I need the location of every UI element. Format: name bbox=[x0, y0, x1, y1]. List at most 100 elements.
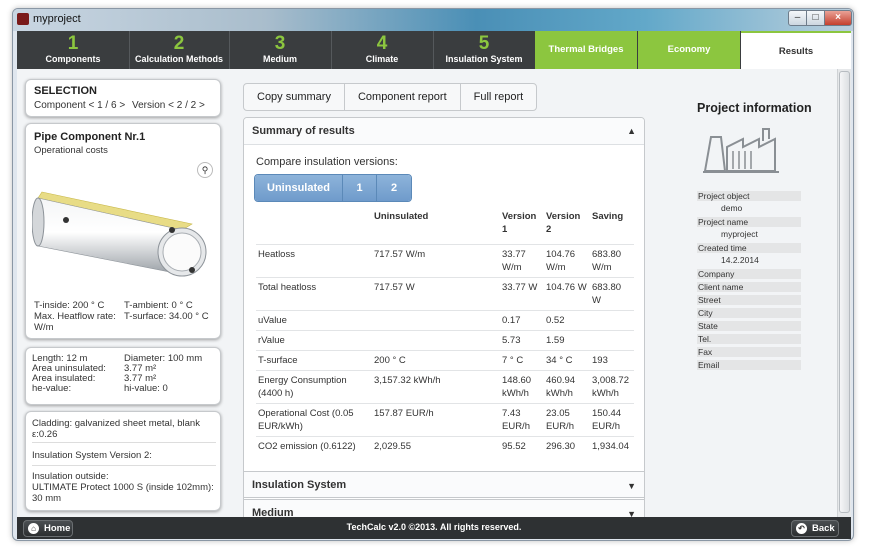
tab-economy[interactable]: Economy bbox=[638, 31, 740, 69]
tab-results[interactable]: Results bbox=[741, 31, 851, 69]
table-cell: 683.80 W bbox=[590, 276, 634, 310]
summary-header[interactable]: Summary of results ▲ bbox=[244, 118, 644, 145]
table-cell: 717.57 W/m bbox=[372, 243, 500, 277]
version-segments: Uninsulated 1 2 bbox=[254, 174, 412, 202]
accordion-insulation-system[interactable]: Insulation System ▼ bbox=[243, 471, 645, 498]
project-field-label: State bbox=[697, 321, 801, 331]
table-cell: 1.59 bbox=[544, 329, 590, 350]
table-cell: 2,029.55 bbox=[372, 435, 500, 456]
table-cell: 193 bbox=[590, 349, 634, 370]
table-cell: 33.77 W bbox=[500, 276, 544, 310]
table-cell: 7.43 EUR/h bbox=[500, 402, 544, 436]
segment-version-1[interactable]: 1 bbox=[343, 175, 377, 201]
pipe-title: Pipe Component Nr.1 bbox=[34, 131, 146, 143]
cladding-card: Cladding: galvanized sheet metal, blank … bbox=[25, 411, 221, 511]
close-button[interactable]: × bbox=[824, 10, 852, 26]
chevron-down-icon: ▼ bbox=[627, 481, 636, 491]
table-cell: 200 ° C bbox=[372, 349, 500, 370]
project-field-label: Project name bbox=[697, 217, 801, 227]
table-cell: 1,934.04 bbox=[590, 435, 634, 456]
compare-label: Compare insulation versions: bbox=[256, 156, 398, 168]
step-number: 3 bbox=[274, 33, 286, 54]
step-calculation-methods[interactable]: 2 Calculation Methods bbox=[129, 31, 229, 69]
pipe-prop-left-2: Max. Heatflow rate: W/m bbox=[34, 311, 116, 333]
app-icon bbox=[17, 13, 29, 25]
step-components[interactable]: 1 Components bbox=[17, 31, 129, 69]
project-field-label: City bbox=[697, 308, 801, 318]
report-button-group: Copy summary Component report Full repor… bbox=[243, 83, 538, 111]
table-cell: 5.73 bbox=[500, 329, 544, 350]
table-cell bbox=[372, 329, 500, 350]
project-fields: Project object demo Project name myproject C… bbox=[697, 191, 801, 370]
copy-summary-button[interactable]: Copy summary bbox=[244, 84, 345, 110]
row-label: uValue bbox=[256, 309, 372, 330]
pipe-prop-right-2: T-surface: 34.00 ° C bbox=[124, 311, 209, 322]
col-header: Saving bbox=[592, 211, 624, 222]
minimize-button[interactable]: – bbox=[788, 10, 807, 26]
step-medium[interactable]: 3 Medium bbox=[229, 31, 331, 69]
segment-uninsulated[interactable]: Uninsulated bbox=[255, 175, 343, 201]
version-selector[interactable]: Version < 2 / 2 > bbox=[132, 100, 205, 111]
table-cell: 23.05 EUR/h bbox=[544, 402, 590, 436]
step-number: 2 bbox=[173, 33, 185, 54]
dim-left-4: he-value: bbox=[32, 383, 72, 394]
project-field-label: Email bbox=[697, 360, 801, 370]
project-info: Project information Project object demo Pr… bbox=[697, 101, 812, 370]
dimensions-card: Length: 12 m Area uninsulated: Area insu… bbox=[25, 347, 221, 405]
step-number: 4 bbox=[376, 33, 388, 54]
selection-title: SELECTION bbox=[34, 85, 97, 97]
insulation-version: Insulation System Version 2: bbox=[32, 450, 152, 461]
segment-version-2[interactable]: 2 bbox=[377, 175, 411, 201]
pipe-illustration bbox=[32, 191, 207, 277]
table-header-row: Uninsulated Version 1 Version 2 Saving bbox=[256, 210, 634, 244]
back-button[interactable]: ↶ Back bbox=[791, 520, 839, 537]
table-cell: 460.94 kWh/h bbox=[544, 369, 590, 403]
insulation-product: ULTIMATE Protect 1000 S (inside 102mm): … bbox=[32, 482, 214, 504]
component-selector[interactable]: Component < 1 / 6 > bbox=[34, 100, 125, 111]
table-cell bbox=[372, 309, 500, 330]
results-table: Uninsulated Version 1 Version 2 Saving H… bbox=[256, 210, 634, 456]
col-header: Uninsulated bbox=[374, 211, 429, 222]
full-report-button[interactable]: Full report bbox=[461, 84, 537, 110]
table-cell bbox=[590, 309, 634, 330]
table-cell bbox=[590, 329, 634, 350]
copyright-text: TechCalc v2.0 ©2013. All rights reserved… bbox=[346, 522, 522, 532]
dim-right-4: hi-value: 0 bbox=[124, 383, 168, 394]
row-label: Heatloss bbox=[256, 243, 372, 277]
table-cell: 150.44 EUR/h bbox=[590, 402, 634, 436]
cladding-text: Cladding: galvanized sheet metal, blank … bbox=[32, 418, 200, 440]
accordion-title: Insulation System bbox=[252, 479, 347, 491]
row-label: Operational Cost (0.05 EUR/kWh) bbox=[256, 402, 372, 436]
table-row: Total heatloss 717.57 W 33.77 W 104.76 W 683… bbox=[256, 276, 634, 310]
step-label: Medium bbox=[262, 54, 297, 64]
step-label: Climate bbox=[365, 54, 399, 64]
vertical-scrollbar[interactable] bbox=[837, 69, 851, 517]
pipe-component-card: Pipe Component Nr.1 Operational costs ⚲ … bbox=[25, 123, 221, 339]
project-field-label: Company bbox=[697, 269, 801, 279]
table-cell: 34 ° C bbox=[544, 349, 590, 370]
scrollbar-thumb[interactable] bbox=[839, 71, 850, 513]
summary-title: Summary of results bbox=[252, 125, 355, 137]
table-cell: 148.60 kWh/h bbox=[500, 369, 544, 403]
step-insulation-system[interactable]: 5 Insulation System bbox=[433, 31, 535, 69]
divider bbox=[32, 465, 216, 466]
table-row: Energy Consumption (4400 h) 3,157.32 kWh/… bbox=[256, 369, 634, 403]
step-label: Components bbox=[45, 54, 101, 64]
row-label: Total heatloss bbox=[256, 276, 372, 310]
pipe-prop-right-1: T-ambient: 0 ° C bbox=[124, 300, 193, 311]
title-bar: myproject – □ × bbox=[13, 9, 853, 31]
magnifier-icon[interactable]: ⚲ bbox=[197, 162, 213, 178]
project-field-value: 14.2.2014 bbox=[721, 255, 759, 265]
project-field-label: Fax bbox=[697, 347, 801, 357]
table-row: Operational Cost (0.05 EUR/kWh) 157.87 EU… bbox=[256, 402, 634, 436]
component-report-button[interactable]: Component report bbox=[345, 84, 461, 110]
table-cell: 157.87 EUR/h bbox=[372, 402, 500, 436]
step-climate[interactable]: 4 Climate bbox=[331, 31, 433, 69]
chevron-up-icon: ▲ bbox=[627, 126, 636, 136]
app-window: myproject – □ × 1 Components 2 Calculati… bbox=[12, 8, 854, 541]
pipe-subtitle: Operational costs bbox=[34, 145, 108, 156]
maximize-button[interactable]: □ bbox=[806, 10, 825, 26]
back-arrow-icon: ↶ bbox=[796, 523, 807, 534]
table-cell: 95.52 bbox=[500, 435, 544, 456]
tab-thermal-bridges[interactable]: Thermal Bridges bbox=[535, 31, 637, 69]
